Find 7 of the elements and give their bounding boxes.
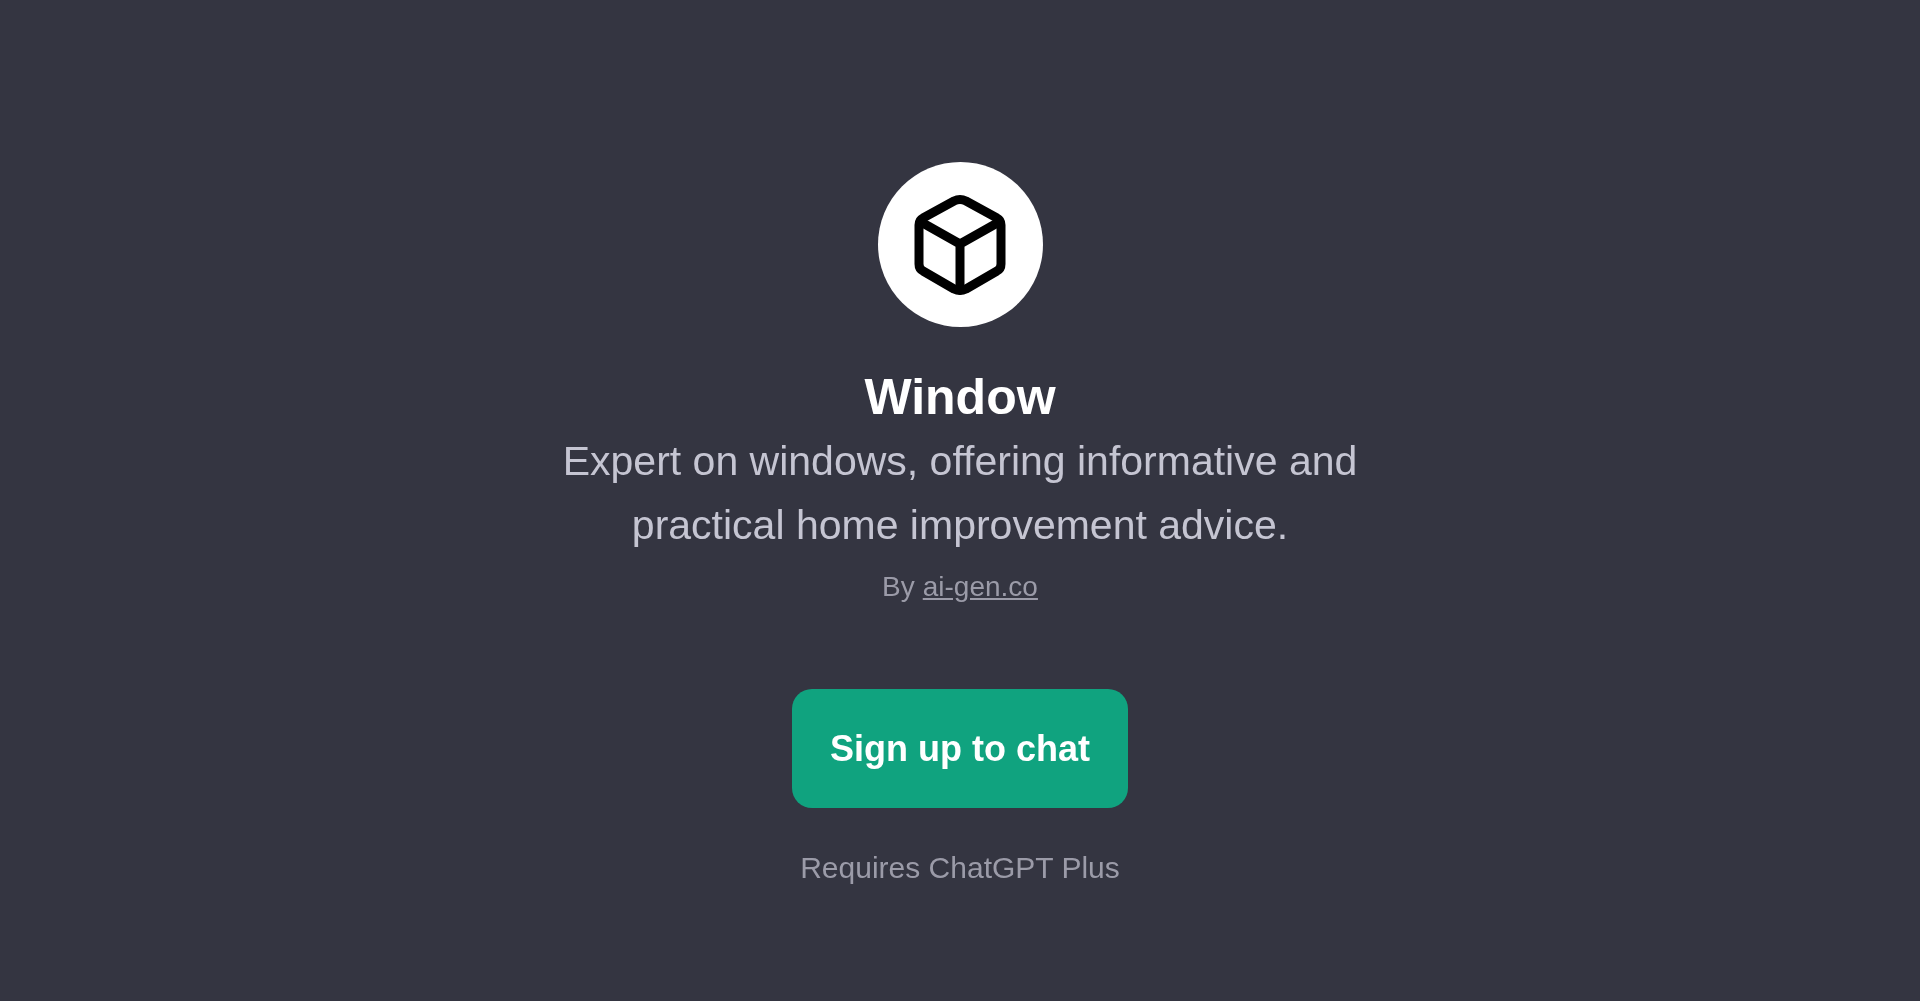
requirement-note: Requires ChatGPT Plus — [800, 850, 1120, 886]
author-link[interactable]: ai-gen.co — [922, 569, 1038, 605]
sign-up-button[interactable]: Sign up to chat — [792, 689, 1128, 808]
cube-icon — [913, 193, 1007, 296]
byline-label: By — [882, 570, 915, 604]
description: Expert on windows, offering informative and practical home improvement advice. — [561, 437, 1359, 550]
gpt-title: Window — [864, 368, 1056, 427]
